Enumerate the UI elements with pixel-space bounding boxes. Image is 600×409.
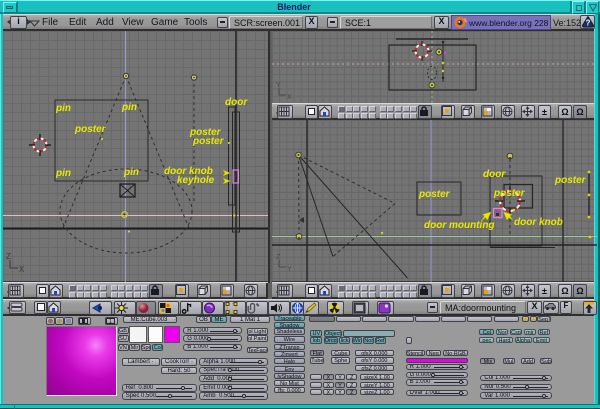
svg-text:Y: Y xyxy=(287,266,292,273)
svg-text:?: ? xyxy=(586,19,591,28)
svg-text:1: 1 xyxy=(109,319,112,324)
svg-text:X: X xyxy=(19,265,25,274)
svg-text:Z: Z xyxy=(6,252,11,261)
svg-text:X: X xyxy=(287,94,292,101)
svg-text:Y: Y xyxy=(276,82,281,89)
svg-text:Z: Z xyxy=(276,254,281,261)
